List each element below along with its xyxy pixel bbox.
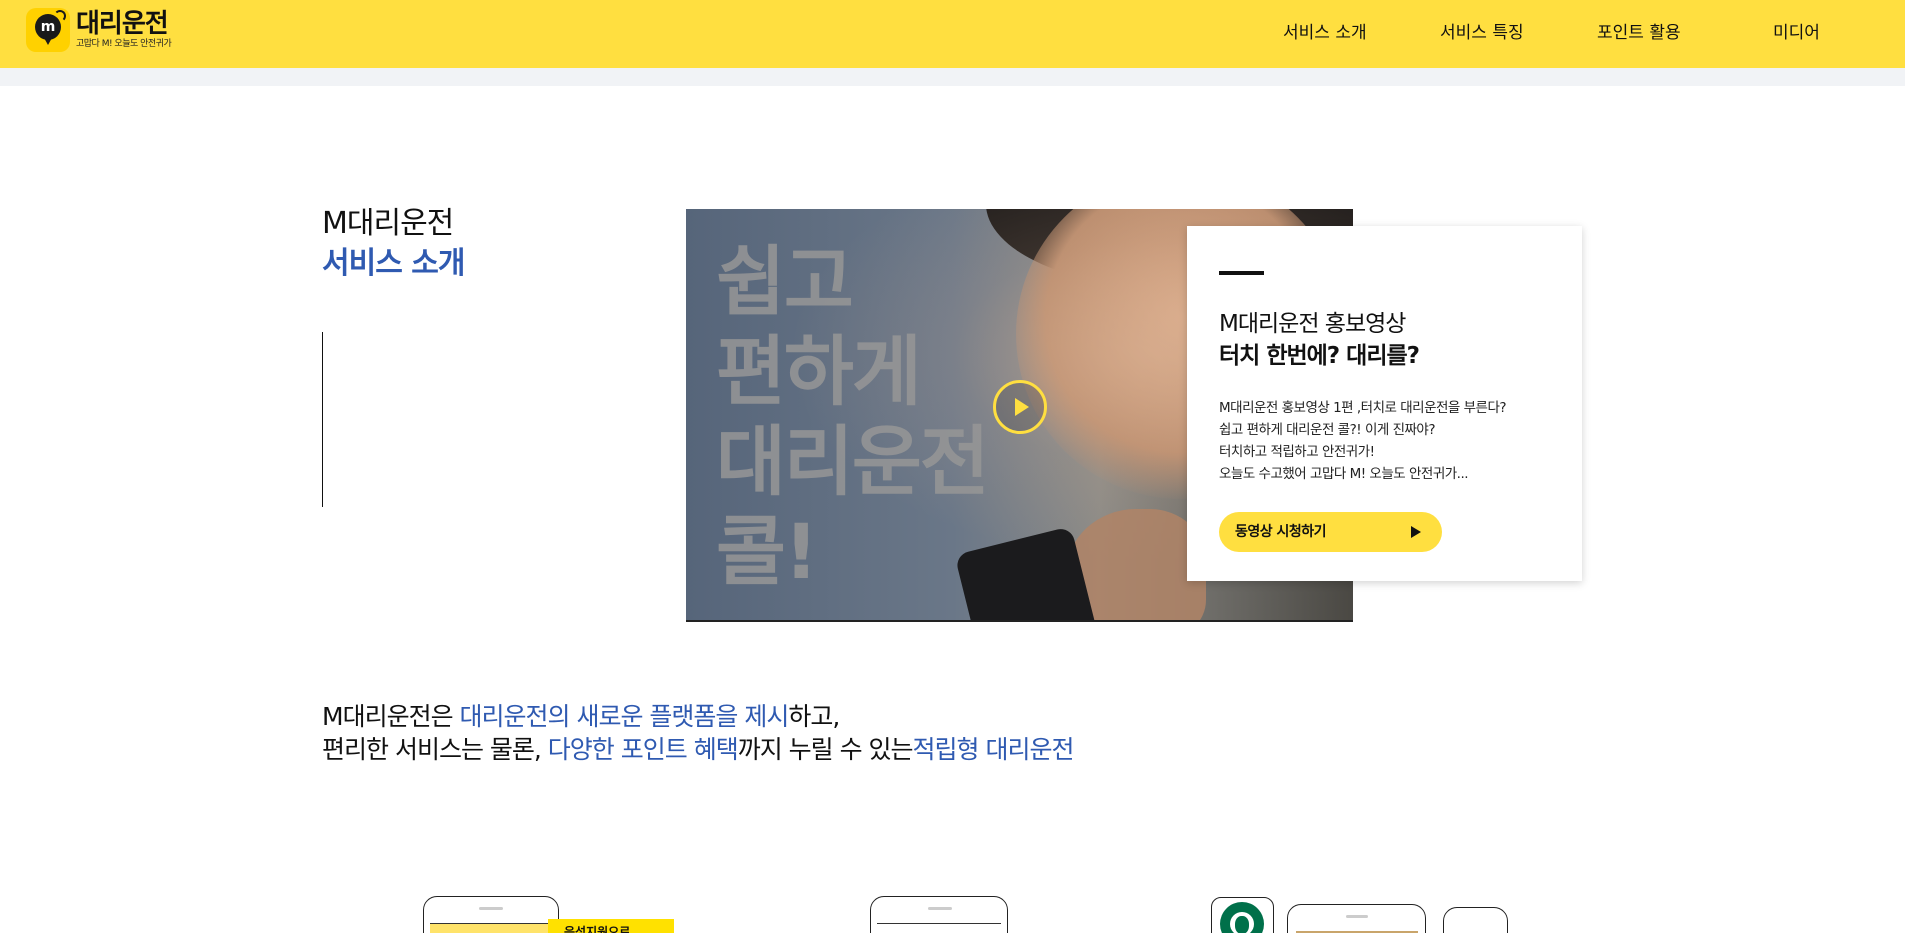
phone-mockup-3 <box>1287 904 1426 933</box>
card-subtitle: 터치 한번에? 대리를? <box>1219 343 1420 369</box>
phone-mockup-4 <box>1443 907 1508 933</box>
card-title: M대리운전 홍보영상 <box>1219 311 1406 337</box>
starbucks-logo-icon <box>1211 897 1274 933</box>
logo-title: 대리운전 <box>76 9 169 39</box>
header-divider-strip <box>0 68 1905 86</box>
vertical-divider <box>322 332 323 507</box>
nav-service-features[interactable]: 서비스 특징 <box>1440 0 1524 68</box>
play-icon <box>1411 526 1421 538</box>
logo-pin-icon: m <box>26 8 70 52</box>
phone-mockup-1 <box>423 896 559 933</box>
video-overlay-text: 쉽고 편하게 대리운전 콜! <box>716 237 990 596</box>
phone-mockup-2 <box>870 896 1008 933</box>
logo-subtitle: 고맙다 M! 오늘도 안전귀가 <box>76 39 172 49</box>
nav-point-usage[interactable]: 포인트 활용 <box>1597 0 1681 68</box>
watch-video-button[interactable]: 동영상 시청하기 <box>1219 512 1442 552</box>
logo[interactable]: m 대리운전 고맙다 M! 오늘도 안전귀가 <box>26 8 172 52</box>
play-circle-icon[interactable] <box>993 380 1047 434</box>
nav-service-intro[interactable]: 서비스 소개 <box>1283 0 1367 68</box>
video-info-card: M대리운전 홍보영상 터치 한번에? 대리를? M대리운전 홍보영상 1편 ,터… <box>1187 226 1582 581</box>
card-description: M대리운전 홍보영상 1편 ,터치로 대리운전을 부른다? 쉽고 편하게 대리운… <box>1219 400 1507 482</box>
section-subtitle: 서비스 소개 <box>322 246 465 281</box>
card-accent-bar <box>1219 271 1264 275</box>
watch-video-label: 동영상 시청하기 <box>1235 524 1327 540</box>
service-headline: M대리운전은 대리운전의 새로운 플랫폼을 제시하고, 편리한 서비스는 물론,… <box>322 702 1074 764</box>
section-title: M대리운전 <box>322 206 454 241</box>
top-header: m 대리운전 고맙다 M! 오늘도 안전귀가 서비스 소개 서비스 특징 포인트… <box>0 0 1905 68</box>
voice-support-tag: 음성지원으로 <box>548 919 674 933</box>
nav-media[interactable]: 미디어 <box>1773 0 1820 68</box>
